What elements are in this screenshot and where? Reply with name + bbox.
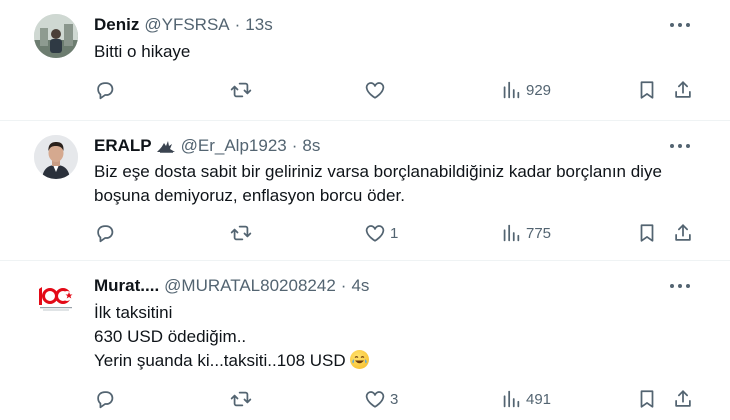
tweet-text-line: 630 USD ödediğim..	[94, 327, 247, 346]
display-name[interactable]: ERALP	[94, 136, 152, 156]
views-bar-chart-icon	[503, 81, 520, 99]
tweet-text: İlk taksitini 630 USD ödediğim.. Yerin ş…	[94, 301, 369, 373]
views-count: 491	[526, 390, 552, 408]
reply-button[interactable]	[94, 220, 120, 246]
retweet-icon	[230, 82, 252, 98]
heart-icon	[365, 391, 385, 408]
like-button[interactable]	[364, 77, 390, 103]
tweet-text-line: Yerin şuanda ki...taksiti..108 USD	[94, 351, 346, 370]
display-name[interactable]: Deniz	[94, 15, 139, 35]
views-button[interactable]: 775	[500, 220, 551, 246]
views-count: 775	[526, 224, 552, 242]
retweet-icon	[230, 391, 252, 407]
reply-button[interactable]	[94, 386, 120, 412]
views-button[interactable]: 491	[500, 386, 551, 412]
user-handle[interactable]: @Er_Alp1923	[181, 136, 287, 156]
views-button[interactable]: 929	[500, 77, 551, 103]
tweet-card[interactable]: Deniz @YFSRSA · 13s Bitti o hikaye 929	[0, 0, 730, 121]
tweet-text-line: İlk taksitini	[94, 303, 173, 322]
views-bar-chart-icon	[503, 390, 520, 408]
share-icon	[675, 390, 691, 407]
tweet-actions: 929	[94, 77, 694, 103]
user-handle[interactable]: @YFSRSA	[144, 15, 229, 35]
more-options-icon[interactable]	[670, 141, 690, 151]
heart-icon	[365, 82, 385, 99]
tweet-header: Murat.... @MURATAL80208242 · 4s	[94, 275, 369, 297]
display-name[interactable]: Murat....	[94, 276, 159, 296]
timestamp[interactable]: 8s	[302, 136, 320, 156]
centennial-logo-icon	[34, 275, 78, 319]
tweet-card[interactable]: Murat.... @MURATAL80208242 · 4s İlk taks…	[0, 261, 730, 420]
timestamp[interactable]: 4s	[351, 276, 369, 296]
like-count: 3	[390, 390, 399, 408]
separator-dot: ·	[234, 15, 241, 34]
tweet-text-line: Biz eşe dosta sabit bir geliriniz varsa …	[94, 162, 662, 181]
face-with-tears-of-joy-emoji	[349, 350, 369, 369]
share-button[interactable]	[672, 386, 694, 412]
bookmark-button[interactable]	[636, 77, 658, 103]
retweet-button[interactable]	[230, 220, 256, 246]
bookmark-icon	[640, 390, 654, 408]
tweet-card[interactable]: ERALP @Er_Alp1923 · 8s Biz eşe dosta sab…	[0, 121, 730, 261]
share-icon	[675, 81, 691, 98]
retweet-icon	[230, 225, 252, 241]
avatar[interactable]	[34, 14, 78, 58]
separator-dot: ·	[291, 136, 298, 155]
tweet-actions: 1 775	[94, 220, 694, 246]
tweet-text: Biz eşe dosta sabit bir geliriniz varsa …	[94, 160, 662, 208]
tweet-header: ERALP @Er_Alp1923 · 8s	[94, 135, 320, 157]
retweet-button[interactable]	[230, 386, 256, 412]
reply-icon	[97, 82, 114, 100]
eagle-badge-icon	[156, 137, 176, 155]
share-button[interactable]	[672, 77, 694, 103]
tweet-text-line-with-emoji: Yerin şuanda ki...taksiti..108 USD	[94, 349, 369, 373]
views-bar-chart-icon	[503, 224, 520, 242]
like-button[interactable]: 3	[364, 386, 398, 412]
reply-button[interactable]	[94, 77, 120, 103]
user-handle[interactable]: @MURATAL80208242	[164, 276, 336, 296]
timestamp[interactable]: 13s	[245, 15, 272, 35]
share-button[interactable]	[672, 220, 694, 246]
reply-icon	[97, 225, 114, 243]
views-count: 929	[526, 81, 552, 99]
tweet-actions: 3 491	[94, 386, 694, 412]
avatar[interactable]	[34, 275, 78, 319]
bookmark-icon	[640, 224, 654, 242]
separator-dot: ·	[340, 276, 347, 295]
reply-icon	[97, 391, 114, 409]
tweet-header: Deniz @YFSRSA · 13s	[94, 14, 273, 36]
more-options-icon[interactable]	[670, 20, 690, 30]
avatar[interactable]	[34, 135, 78, 179]
tweet-text-line: Bitti o hikaye	[94, 42, 191, 61]
retweet-button[interactable]	[230, 77, 256, 103]
heart-icon	[365, 225, 385, 242]
bookmark-button[interactable]	[636, 220, 658, 246]
tweet-text: Bitti o hikaye	[94, 40, 190, 64]
like-button[interactable]: 1	[364, 220, 398, 246]
share-icon	[675, 224, 691, 241]
bookmark-button[interactable]	[636, 386, 658, 412]
tweet-text-line: boşuna demiyoruz, enflasyon borcu öder.	[94, 186, 405, 205]
like-count: 1	[390, 224, 399, 242]
more-options-icon[interactable]	[670, 281, 690, 291]
bookmark-icon	[640, 81, 654, 99]
